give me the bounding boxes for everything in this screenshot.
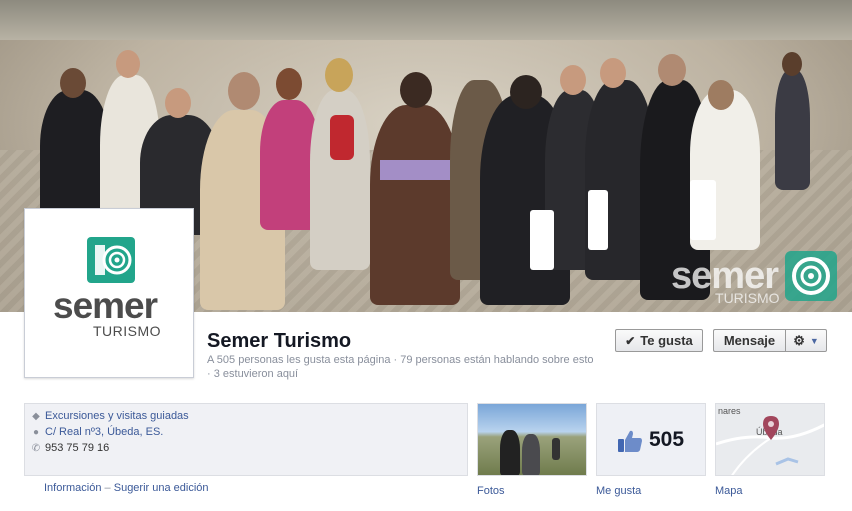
about-links: Información – Sugerir una edición	[44, 482, 209, 494]
phone-row: ✆ 953 75 79 16	[25, 442, 109, 454]
about-box: ◆ Excursiones y visitas guiadas ● C/ Rea…	[24, 403, 468, 476]
page-stats: A 505 personas les gusta esta página · 7…	[207, 354, 594, 380]
photos-person	[500, 430, 520, 475]
like-page-button[interactable]: ✔ Te gusta	[615, 329, 703, 352]
message-button[interactable]: Mensaje	[713, 329, 785, 352]
brand-swirl-icon	[785, 251, 837, 301]
thumbs-up-icon	[618, 430, 642, 452]
photos-person	[522, 434, 540, 475]
gear-icon: ⚙	[793, 332, 805, 348]
address-text: C/ Real nº3, Úbeda, ES.	[45, 426, 164, 438]
settings-menu-button[interactable]: ⚙ ▼	[785, 329, 827, 352]
brand-logo-word: semer	[53, 285, 158, 326]
photos-person	[552, 438, 560, 460]
photos-tile[interactable]	[477, 403, 587, 476]
likes-tile[interactable]: 505	[596, 403, 706, 476]
map-tile[interactable]: nares Úbeda	[715, 403, 825, 476]
cover-brand-watermark: semer TURISMO	[671, 250, 838, 306]
brand-logo-sub: TURISMO	[93, 323, 162, 339]
category-link[interactable]: Excursiones y visitas guiadas	[45, 410, 189, 422]
profile-picture[interactable]: semer TURISMO	[24, 208, 194, 378]
page-title[interactable]: Semer Turismo	[207, 330, 351, 353]
map-pin-icon	[763, 416, 779, 440]
phone-icon: ✆	[31, 442, 41, 454]
message-button-label: Mensaje	[723, 333, 776, 348]
chevron-down-icon: ▼	[809, 335, 819, 346]
category-row[interactable]: ◆ Excursiones y visitas guiadas	[25, 410, 189, 422]
likes-count: 505	[649, 428, 685, 451]
tag-icon: ◆	[32, 410, 40, 422]
phone-text: 953 75 79 16	[45, 442, 110, 454]
like-page-button-label: Te gusta	[640, 333, 693, 348]
map-text-town: nares	[718, 406, 741, 416]
brand-logo-icon	[87, 237, 135, 283]
photos-label[interactable]: Fotos	[477, 485, 505, 497]
links-separator: –	[104, 482, 111, 494]
suggest-edit-link[interactable]: Sugerir una edición	[114, 482, 209, 494]
map-label[interactable]: Mapa	[715, 485, 743, 497]
cover-brand-sub: TURISMO	[715, 290, 780, 306]
address-row: ● C/ Real nº3, Úbeda, ES.	[25, 426, 163, 438]
checkmark-icon: ✔	[625, 333, 636, 348]
likes-label[interactable]: Me gusta	[596, 485, 641, 497]
location-pin-icon: ●	[32, 426, 40, 438]
info-link[interactable]: Información	[44, 482, 101, 494]
